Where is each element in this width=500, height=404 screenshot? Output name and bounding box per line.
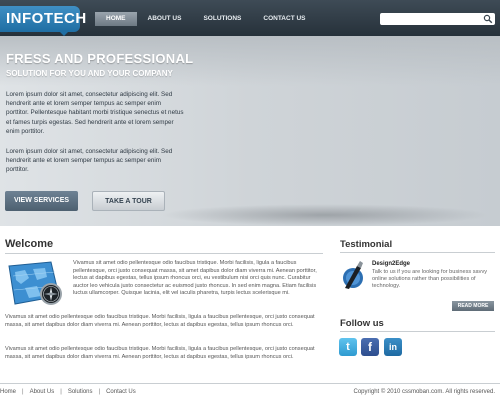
testimonial-text: Talk to us if you are looking for busine…	[372, 269, 488, 290]
pen-icon	[343, 261, 363, 289]
divider	[340, 331, 495, 332]
twitter-icon[interactable]: t	[339, 338, 357, 356]
footer-link-solutions[interactable]: Solutions	[68, 389, 93, 395]
footer-link-home[interactable]: Home	[0, 389, 16, 395]
footer-separator: |	[22, 389, 24, 395]
facebook-icon[interactable]: f	[361, 338, 379, 356]
footer-link-contact-us[interactable]: Contact Us	[106, 389, 136, 395]
follow-us-heading: Follow us	[340, 318, 384, 329]
welcome-paragraph: Vivamus sit amet odio pellentesque odio …	[73, 260, 317, 297]
welcome-paragraph: Vivamus sit amet odio pellentesque odio …	[5, 346, 315, 360]
logo-text: INFOTECH	[6, 10, 87, 27]
hero-paragraph: Lorem ipsum dolor sit amet, consectetur …	[6, 148, 173, 174]
read-more-button[interactable]: READ MORE	[452, 301, 494, 311]
hero-paragraph: Lorem ipsum dolor sit amet, consectetur …	[6, 91, 184, 135]
nav-item-solutions[interactable]: SOLUTIONS	[192, 12, 252, 26]
footer-separator: |	[60, 389, 62, 395]
copyright-text: Copyright © 2010 cssmoban.com. All right…	[353, 389, 495, 395]
nav-item-about-us[interactable]: ABOUT US	[137, 12, 193, 26]
map-compass-image	[8, 261, 62, 305]
hero-subtitle: SOLUTION FOR YOU AND YOUR COMPANY	[6, 69, 173, 78]
welcome-paragraph: Vivamus sit amet odio pellentesque odio …	[5, 314, 315, 328]
main-nav: HOME ABOUT US SOLUTIONS CONTACT US	[95, 12, 317, 28]
hero-shadow	[160, 204, 490, 226]
hero-title: FRESS AND PROFESSIONAL	[6, 51, 194, 66]
nav-item-contact-us[interactable]: CONTACT US	[252, 12, 316, 26]
logo[interactable]: INFOTECH	[0, 6, 86, 32]
footer-divider	[0, 383, 500, 384]
testimonial-author: Design2Edge	[372, 261, 411, 267]
linkedin-icon[interactable]: in	[384, 338, 402, 356]
footer-nav: Home | About Us | Solutions | Contact Us	[0, 389, 136, 395]
top-navigation-bar: INFOTECH HOME ABOUT US SOLUTIONS CONTACT…	[0, 0, 500, 36]
nav-item-home[interactable]: HOME	[95, 12, 137, 26]
search-input[interactable]	[382, 14, 480, 24]
view-services-button[interactable]: VIEW SERVICES	[5, 191, 78, 211]
divider	[5, 253, 323, 254]
welcome-heading: Welcome	[5, 238, 54, 250]
testimonial-heading: Testimonial	[340, 239, 393, 250]
footer-separator: |	[98, 389, 101, 395]
take-a-tour-button[interactable]: TAKE A TOUR	[92, 191, 165, 211]
search-box	[380, 13, 495, 25]
search-icon[interactable]	[483, 14, 493, 24]
divider	[340, 252, 495, 253]
hero-banner: FRESS AND PROFESSIONAL SOLUTION FOR YOU …	[0, 36, 500, 226]
footer-link-about-us[interactable]: About Us	[30, 389, 55, 395]
